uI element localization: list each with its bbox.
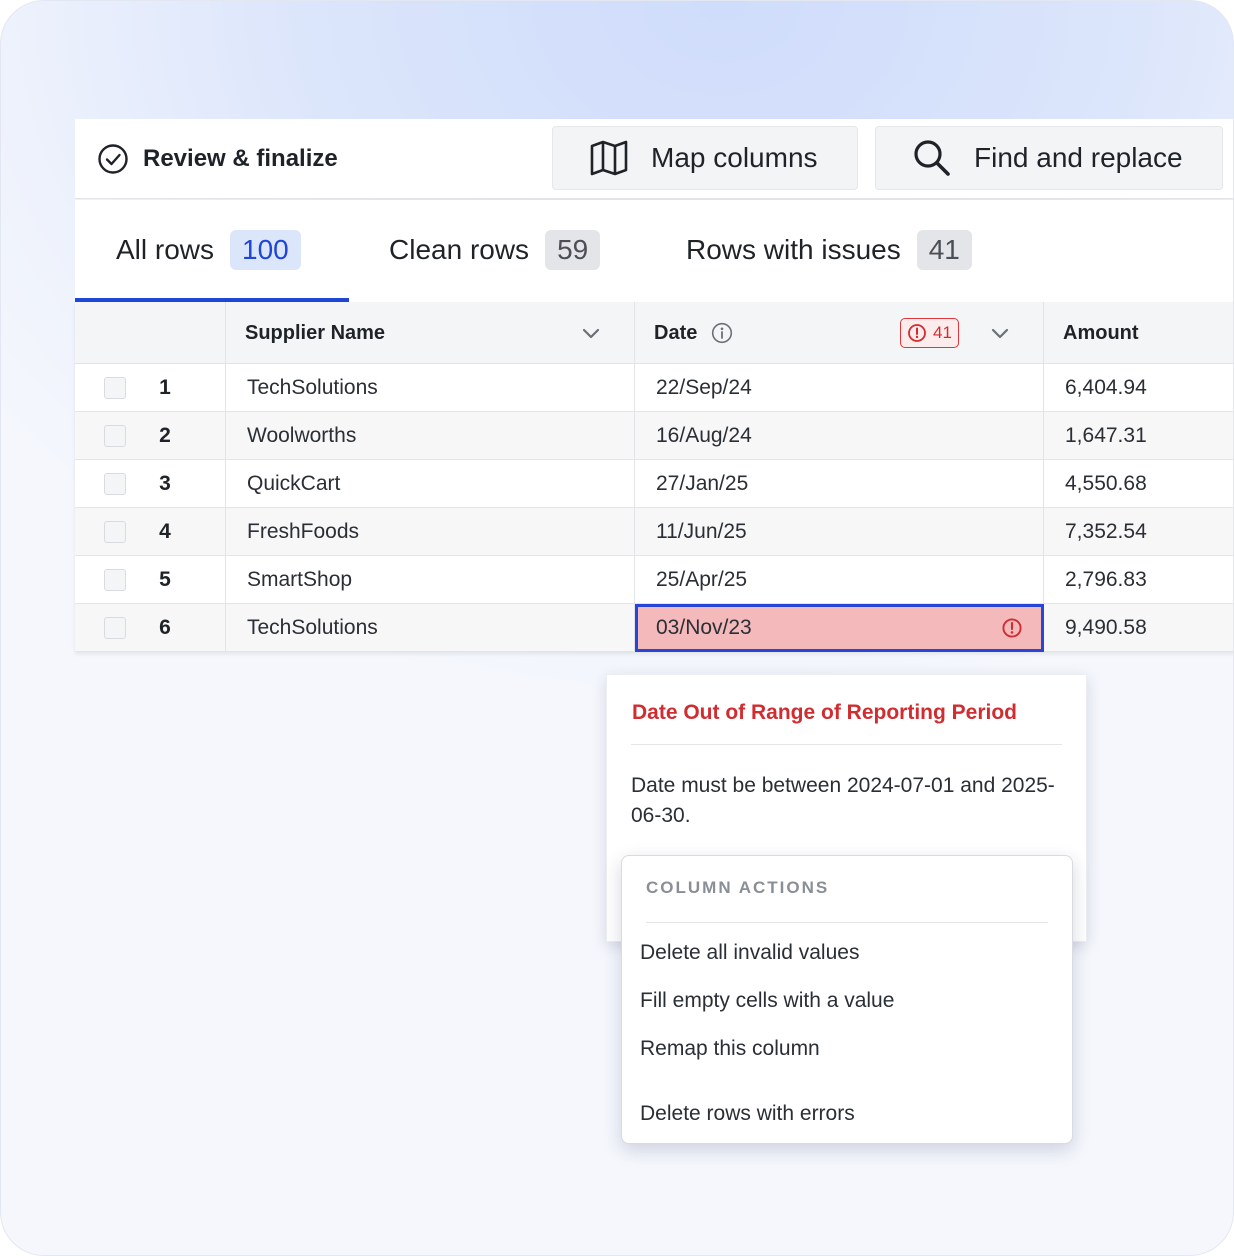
date-cell[interactable]: 11/Jun/25 bbox=[635, 508, 1044, 556]
toolbar: Review & finalize Map columns Find and r… bbox=[75, 119, 1233, 199]
chevron-down-icon[interactable] bbox=[989, 322, 1011, 344]
amount-cell[interactable]: 4,550.68 bbox=[1044, 460, 1233, 508]
review-finalize-label: Review & finalize bbox=[143, 145, 338, 172]
supplier-cell[interactable]: Woolworths bbox=[226, 412, 635, 460]
amount-cell[interactable]: 1,647.31 bbox=[1044, 412, 1233, 460]
amount-cell[interactable]: 7,352.54 bbox=[1044, 508, 1233, 556]
row-checkbox[interactable] bbox=[104, 377, 126, 399]
row-number: 2 bbox=[159, 424, 171, 447]
row-select-cell: 4 bbox=[75, 508, 226, 556]
table-row: 6 TechSolutions 03/Nov/23 9,490.58 bbox=[75, 604, 1233, 652]
column-header-supplier[interactable]: Supplier Name bbox=[226, 302, 635, 364]
error-count: 41 bbox=[933, 323, 952, 342]
amount-cell[interactable]: 6,404.94 bbox=[1044, 364, 1233, 412]
column-actions-menu: COLUMN ACTIONS Delete all invalid values… bbox=[621, 855, 1073, 1144]
find-replace-label: Find and replace bbox=[974, 142, 1183, 173]
table-row: 5 SmartShop 25/Apr/25 2,796.83 bbox=[75, 556, 1233, 604]
alert-circle-icon bbox=[907, 323, 927, 343]
row-select-cell: 1 bbox=[75, 364, 226, 412]
search-icon bbox=[912, 138, 952, 178]
data-table: Supplier Name Date 41 Amount 1 TechSolut… bbox=[75, 302, 1233, 652]
row-number: 6 bbox=[159, 616, 171, 639]
menu-heading: COLUMN ACTIONS bbox=[646, 878, 830, 897]
row-number: 1 bbox=[159, 376, 171, 399]
count-badge: 100 bbox=[230, 230, 301, 270]
tab-all-rows[interactable]: All rows 100 bbox=[116, 230, 301, 270]
supplier-cell[interactable]: FreshFoods bbox=[226, 508, 635, 556]
tab-rows-with-issues[interactable]: Rows with issues 41 bbox=[686, 230, 972, 270]
header-select-cell bbox=[75, 302, 226, 364]
chevron-down-icon[interactable] bbox=[580, 322, 602, 344]
map-columns-button[interactable]: Map columns bbox=[552, 126, 858, 190]
supplier-cell[interactable]: SmartShop bbox=[226, 556, 635, 604]
row-number: 3 bbox=[159, 472, 171, 495]
tab-clean-rows[interactable]: Clean rows 59 bbox=[389, 230, 601, 270]
table-row: 3 QuickCart 27/Jan/25 4,550.68 bbox=[75, 460, 1233, 508]
row-checkbox[interactable] bbox=[104, 425, 126, 447]
app-frame: Review & finalize Map columns Find and r… bbox=[0, 0, 1234, 1256]
row-select-cell: 3 bbox=[75, 460, 226, 508]
row-select-cell: 6 bbox=[75, 604, 226, 652]
supplier-cell[interactable]: TechSolutions bbox=[226, 604, 635, 652]
divider bbox=[631, 744, 1062, 745]
date-cell-invalid[interactable]: 03/Nov/23 bbox=[635, 604, 1044, 652]
find-replace-button[interactable]: Find and replace bbox=[875, 126, 1223, 190]
amount-cell[interactable]: 9,490.58 bbox=[1044, 604, 1233, 652]
alert-circle-icon bbox=[1001, 617, 1023, 639]
check-circle-icon bbox=[97, 143, 129, 175]
count-badge: 59 bbox=[545, 230, 601, 270]
date-cell[interactable]: 22/Sep/24 bbox=[635, 364, 1044, 412]
row-checkbox[interactable] bbox=[104, 617, 126, 639]
date-cell[interactable]: 16/Aug/24 bbox=[635, 412, 1044, 460]
column-header-label: Supplier Name bbox=[245, 321, 386, 344]
column-header-label: Amount bbox=[1063, 321, 1139, 344]
date-cell[interactable]: 27/Jan/25 bbox=[635, 460, 1044, 508]
divider bbox=[646, 922, 1048, 923]
column-header-amount[interactable]: Amount bbox=[1044, 302, 1233, 364]
date-cell-value: 03/Nov/23 bbox=[656, 616, 752, 639]
error-title: Date Out of Range of Reporting Period bbox=[632, 701, 1018, 724]
column-header-date[interactable]: Date 41 bbox=[635, 302, 1044, 364]
menu-item-delete-invalid[interactable]: Delete all invalid values bbox=[640, 941, 859, 965]
row-filter-tabs: All rows 100 Clean rows 59 Rows with iss… bbox=[75, 200, 1233, 302]
row-select-cell: 5 bbox=[75, 556, 226, 604]
menu-item-fill-empty[interactable]: Fill empty cells with a value bbox=[640, 989, 894, 1013]
column-header-label: Date bbox=[654, 321, 698, 344]
review-finalize-button[interactable]: Review & finalize bbox=[97, 143, 338, 175]
map-icon bbox=[589, 138, 629, 178]
supplier-cell[interactable]: QuickCart bbox=[226, 460, 635, 508]
info-icon[interactable] bbox=[711, 322, 733, 344]
tab-label: All rows bbox=[116, 234, 215, 265]
table-row: 4 FreshFoods 11/Jun/25 7,352.54 bbox=[75, 508, 1233, 556]
date-cell[interactable]: 25/Apr/25 bbox=[635, 556, 1044, 604]
tab-label: Rows with issues bbox=[686, 234, 901, 265]
menu-item-delete-error-rows[interactable]: Delete rows with errors bbox=[640, 1102, 855, 1126]
column-error-badge[interactable]: 41 bbox=[900, 318, 959, 348]
row-number: 5 bbox=[159, 568, 171, 591]
table-row: 2 Woolworths 16/Aug/24 1,647.31 bbox=[75, 412, 1233, 460]
row-checkbox[interactable] bbox=[104, 521, 126, 543]
tab-label: Clean rows bbox=[389, 234, 530, 265]
row-checkbox[interactable] bbox=[104, 569, 126, 591]
supplier-cell[interactable]: TechSolutions bbox=[226, 364, 635, 412]
row-checkbox[interactable] bbox=[104, 473, 126, 495]
row-select-cell: 2 bbox=[75, 412, 226, 460]
map-columns-label: Map columns bbox=[651, 142, 818, 173]
table-row: 1 TechSolutions 22/Sep/24 6,404.94 bbox=[75, 364, 1233, 412]
error-message: Date must be between 2024-07-01 and 2025… bbox=[631, 774, 1055, 827]
table-header: Supplier Name Date 41 Amount bbox=[75, 302, 1233, 364]
row-number: 4 bbox=[159, 520, 171, 543]
menu-item-remap-column[interactable]: Remap this column bbox=[640, 1037, 820, 1061]
amount-cell[interactable]: 2,796.83 bbox=[1044, 556, 1233, 604]
count-badge: 41 bbox=[916, 230, 972, 270]
